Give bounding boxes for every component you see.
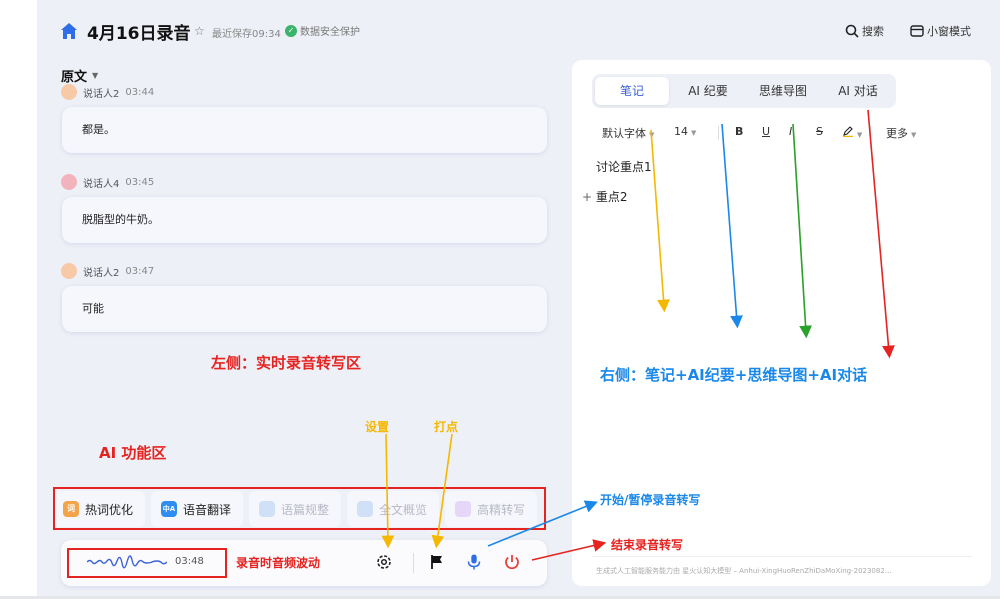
bold-button[interactable]: B: [735, 125, 743, 138]
chevron-down-icon: ▼: [857, 131, 863, 139]
mini-window-label: 小窗模式: [927, 25, 971, 38]
avatar: [61, 174, 77, 190]
star-icon[interactable]: ☆: [194, 24, 205, 38]
speaker-name: 说话人4: [83, 178, 120, 190]
tab-ai-summary[interactable]: AI 纪要: [676, 77, 740, 105]
message-header: 说话人2 03:47: [61, 263, 154, 279]
font-family-value: 默认字体: [602, 127, 646, 140]
power-icon[interactable]: [503, 553, 521, 571]
original-text-label: 原文: [61, 70, 88, 85]
mini-window-button[interactable]: 小窗模式: [910, 23, 971, 39]
home-icon[interactable]: [60, 22, 78, 40]
message-time: 03:44: [125, 86, 155, 98]
divider: [870, 126, 871, 140]
note-line[interactable]: 讨论重点1: [596, 158, 652, 175]
highlight-button[interactable]: ▼: [842, 125, 862, 140]
search-button[interactable]: 搜索: [845, 23, 884, 39]
avatar: [61, 263, 77, 279]
divider: [592, 556, 972, 557]
notes-tab-bar: 笔记 AI 纪要 思维导图 AI 对话: [592, 74, 896, 108]
annotation-ai-zone: AI 功能区: [99, 444, 167, 462]
note-line-2[interactable]: + 重点2: [582, 188, 628, 205]
editor-toolbar: 默认字体 ▼ 14 ▼ B U I S ▼ 更多 ▼: [572, 122, 991, 142]
note-text: 重点2: [595, 190, 628, 204]
annotation-mark: 打点: [434, 420, 459, 434]
message-time: 03:45: [125, 176, 155, 188]
font-family-select[interactable]: 默认字体 ▼: [602, 125, 654, 141]
annotation-start-pause: 开始/暂停录音转写: [600, 493, 701, 507]
message-header: 说话人2 03:44: [61, 84, 154, 100]
chevron-down-icon: ▼: [649, 131, 655, 139]
chevron-down-icon: ▼: [691, 129, 697, 137]
tab-notes[interactable]: 笔记: [595, 77, 669, 105]
font-size-value: 14: [674, 125, 688, 138]
annotation-left-zone: 左侧：实时录音转写区: [211, 354, 362, 372]
header: 4月16日录音 ☆ 最近保存09:34 ✓ 数据安全保护 搜索 小窗模式: [37, 0, 1000, 60]
flag-icon[interactable]: [428, 553, 446, 571]
plus-icon[interactable]: +: [582, 190, 592, 204]
tab-ai-chat[interactable]: AI 对话: [826, 77, 890, 105]
original-text-selector[interactable]: 原文 ▼: [61, 66, 98, 85]
speaker-name: 说话人2: [83, 267, 120, 279]
message-header: 说话人4 03:45: [61, 174, 154, 190]
highlight-pen-icon: [843, 126, 853, 138]
shield-icon: ✓: [285, 24, 297, 37]
gear-icon[interactable]: [375, 553, 393, 571]
chevron-down-icon: ▼: [92, 71, 99, 80]
avatar: [61, 84, 77, 100]
save-status: 最近保存09:34: [212, 29, 281, 40]
annotation-stop: 结束录音转写: [611, 538, 684, 552]
divider: [718, 126, 719, 140]
search-icon: [845, 24, 859, 38]
message-bubble[interactable]: 可能: [62, 286, 547, 332]
message-bubble[interactable]: 脱脂型的牛奶。: [62, 197, 547, 243]
annotation-box-waveform: [67, 548, 227, 578]
message-time: 03:47: [125, 265, 155, 277]
security-badge: ✓ 数据安全保护: [285, 23, 360, 38]
mini-window-icon: [910, 25, 924, 37]
annotation-right-zone: 右侧：笔记+AI纪要+思维导图+AI对话: [600, 366, 868, 384]
annotation-box-ai: [53, 487, 546, 530]
mic-icon[interactable]: [465, 553, 483, 571]
italic-button[interactable]: I: [789, 125, 792, 138]
security-text: 数据安全保护: [300, 27, 360, 38]
speaker-name: 说话人2: [83, 88, 120, 100]
more-button[interactable]: 更多 ▼: [886, 125, 916, 141]
model-disclaimer: 生成式人工智能服务能力由 星火认知大模型 – Anhui-XingHuoRenZ…: [596, 567, 892, 575]
underline-button[interactable]: U: [762, 125, 770, 138]
tab-mind-map[interactable]: 思维导图: [746, 77, 820, 105]
strikethrough-button[interactable]: S: [816, 125, 823, 138]
more-label: 更多: [886, 127, 908, 140]
chevron-down-icon: ▼: [911, 131, 917, 139]
annotation-settings: 设置: [365, 420, 390, 434]
page-title: 4月16日录音: [87, 24, 191, 44]
font-size-select[interactable]: 14 ▼: [674, 125, 696, 138]
search-label: 搜索: [862, 25, 884, 38]
divider: [413, 553, 414, 573]
message-bubble[interactable]: 都是。: [62, 107, 547, 153]
annotation-waveform: 录音时音频波动: [236, 556, 321, 570]
